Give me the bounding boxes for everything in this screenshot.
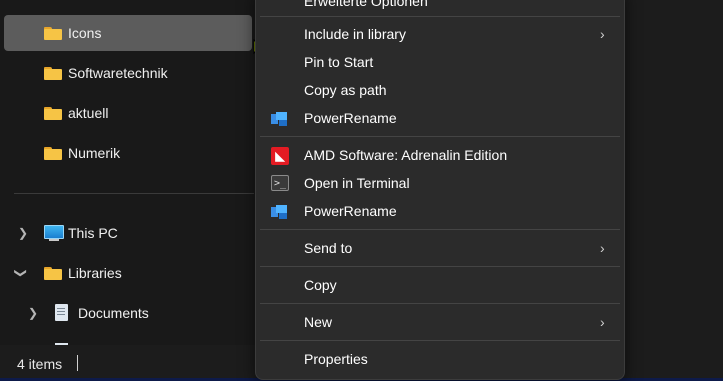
chevron-right-icon: › — [600, 240, 605, 256]
menu-separator — [260, 136, 620, 137]
menu-separator — [260, 266, 620, 267]
powerrename-icon — [271, 112, 287, 126]
folder-icon — [44, 27, 62, 40]
chevron-down-icon[interactable]: ❯ — [14, 268, 28, 278]
menu-separator — [260, 229, 620, 230]
menu-item-label: PowerRename — [304, 110, 397, 126]
menu-item-send-to[interactable]: Send to › — [260, 235, 620, 263]
context-menu: Erweiterte Optionen Include in library ›… — [255, 0, 625, 380]
chevron-right-icon: › — [600, 314, 605, 330]
menu-separator — [260, 16, 620, 17]
status-separator — [77, 355, 78, 371]
navigation-pane: Icons Softwaretechnik aktuell Numerik ❯ … — [0, 0, 262, 345]
menu-item-label: New — [304, 314, 333, 330]
menu-item-label: Include in library — [304, 26, 406, 42]
nav-item-label: Numerik — [68, 145, 121, 161]
menu-item-open-in-terminal[interactable]: >_ Open in Terminal — [260, 170, 620, 198]
menu-item-label: Erweiterte Optionen — [304, 0, 428, 9]
menu-item-powerrename-2[interactable]: PowerRename — [260, 198, 620, 226]
menu-item-label: Properties — [304, 351, 368, 367]
nav-item-this-pc[interactable]: This PC — [68, 225, 118, 241]
menu-item-powerrename[interactable]: PowerRename — [260, 105, 620, 133]
menu-item-label: Open in Terminal — [304, 175, 410, 191]
menu-item-copy-as-path[interactable]: Copy as path — [260, 77, 620, 105]
terminal-icon: >_ — [271, 175, 289, 191]
menu-item-pin-to-start[interactable]: Pin to Start — [260, 49, 620, 77]
computer-stand-icon — [49, 239, 59, 241]
menu-item-new[interactable]: New › — [260, 309, 620, 337]
menu-item-label: Copy — [304, 277, 337, 293]
nav-item-label: Icons — [68, 25, 102, 41]
nav-item-documents[interactable]: Documents — [78, 305, 149, 321]
documents-icon — [55, 304, 68, 321]
folder-icon — [44, 147, 62, 160]
powerrename-icon — [271, 205, 287, 219]
chevron-right-icon: › — [600, 26, 605, 42]
nav-folder-numerik[interactable]: Numerik — [4, 135, 252, 171]
computer-icon — [44, 225, 64, 239]
nav-item-label: aktuell — [68, 105, 109, 121]
folder-icon — [44, 67, 62, 80]
chevron-right-icon[interactable]: ❯ — [28, 306, 38, 320]
menu-separator — [260, 340, 620, 341]
menu-item-amd-software[interactable]: ◣ AMD Software: Adrenalin Edition — [260, 142, 620, 170]
menu-item-label: Pin to Start — [304, 54, 374, 70]
menu-item-properties[interactable]: Properties — [260, 346, 620, 374]
nav-folder-aktuell[interactable]: aktuell — [4, 95, 252, 131]
folder-icon — [44, 267, 62, 280]
nav-item-libraries[interactable]: Libraries — [68, 265, 122, 281]
menu-item-label: Send to — [304, 240, 353, 256]
chevron-right-icon[interactable]: ❯ — [18, 226, 28, 240]
menu-item-copy[interactable]: Copy — [260, 272, 620, 300]
menu-item-label: AMD Software: Adrenalin Edition — [304, 147, 508, 163]
nav-divider — [14, 193, 254, 194]
item-count: 4 items — [17, 356, 63, 372]
folder-icon — [44, 107, 62, 120]
nav-item-label: Softwaretechnik — [68, 65, 168, 81]
menu-item-label: PowerRename — [304, 203, 397, 219]
nav-folder-softwaretechnik[interactable]: Softwaretechnik — [4, 55, 252, 91]
menu-item-include-in-library[interactable]: Include in library › — [260, 21, 620, 49]
nav-folder-icons[interactable]: Icons — [4, 15, 252, 51]
menu-separator — [260, 303, 620, 304]
menu-item-label: Copy as path — [304, 82, 387, 98]
amd-icon: ◣ — [271, 147, 289, 165]
